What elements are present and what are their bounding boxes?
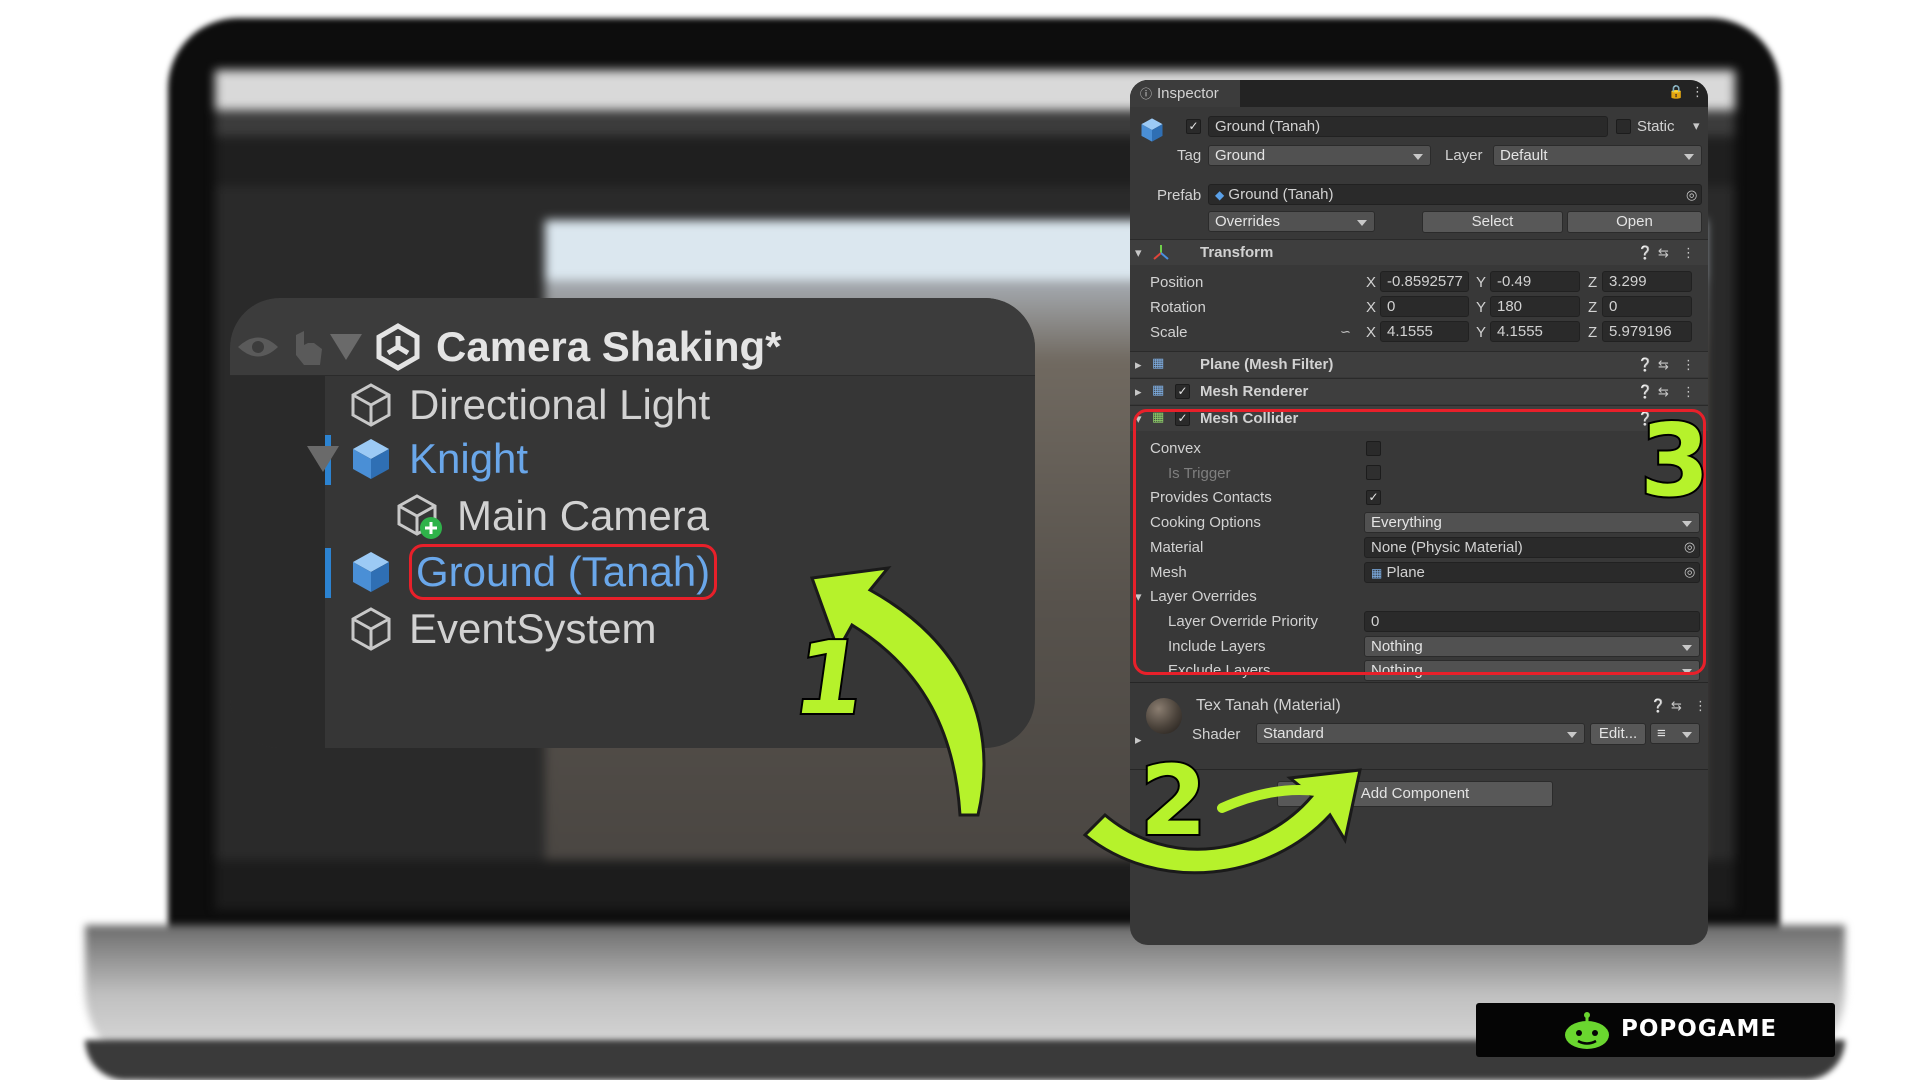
annotation-arrows	[809, 566, 1362, 875]
step-number-3: 3	[1638, 400, 1712, 521]
mascot-logo-icon	[1565, 1012, 1609, 1049]
step-number-2: 2	[1138, 743, 1209, 859]
popogame-logo: POPOGAME	[1476, 1003, 1835, 1057]
brand-name: POPOGAME	[1621, 1016, 1778, 1042]
arrow-to-add-component-icon	[1082, 768, 1362, 875]
